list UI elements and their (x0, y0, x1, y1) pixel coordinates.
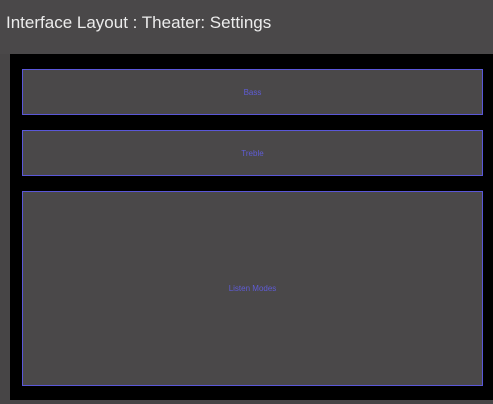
treble-button[interactable]: Treble (22, 130, 483, 176)
treble-button-label: Treble (241, 148, 264, 158)
window-title: Interface Layout : Theater: Settings (6, 13, 272, 32)
listen-modes-button[interactable]: Listen Modes (22, 191, 483, 386)
bass-button-label: Bass (243, 87, 262, 97)
bass-button[interactable]: Bass (22, 69, 483, 115)
title-bar: Interface Layout : Theater: Settings (0, 0, 493, 54)
settings-panel: Bass Treble Listen Modes (10, 54, 493, 400)
app-window: Interface Layout : Theater: Settings Bas… (0, 0, 493, 404)
listen-modes-button-label: Listen Modes (228, 284, 277, 293)
